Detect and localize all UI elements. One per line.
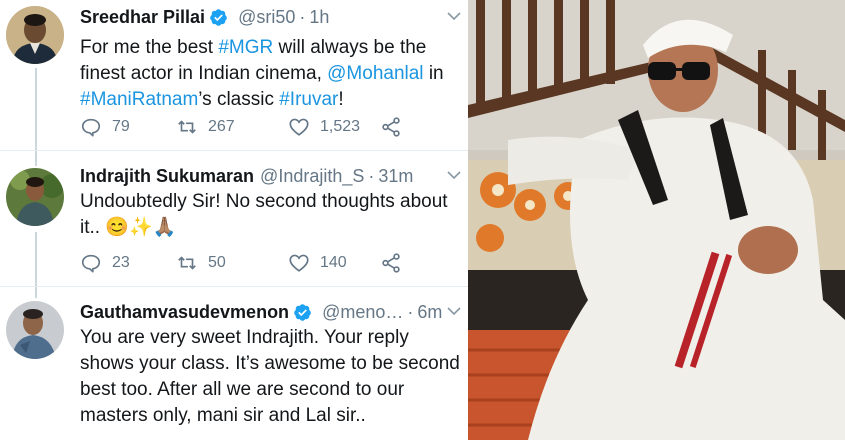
hashtag-link[interactable]: #Iruvar xyxy=(279,89,338,110)
separator-dot: · xyxy=(299,7,306,27)
avatar[interactable] xyxy=(6,168,64,226)
tweet-text-segment: in xyxy=(423,63,444,84)
author-name[interactable]: Indrajith Sukumaran xyxy=(80,165,254,187)
tweet-thread: Sreedhar Pillai @sri50 · 1h For me the b… xyxy=(0,0,468,440)
share-button[interactable] xyxy=(380,252,412,274)
chevron-down-icon[interactable] xyxy=(446,167,462,183)
author-handle[interactable]: @Indrajith_S xyxy=(260,165,364,187)
tweet-text-segment: You are very sweet Indrajith. Your reply… xyxy=(80,327,460,426)
author-handle[interactable]: @sri50 xyxy=(238,6,295,28)
avatar[interactable] xyxy=(6,6,64,64)
author-name[interactable]: Gauthamvasudevmenon xyxy=(80,301,289,323)
verified-badge-icon xyxy=(293,303,312,322)
tweet[interactable]: Indrajith Sukumaran @Indrajith_S · 31m U… xyxy=(0,151,468,286)
like-button[interactable]: 1,523 xyxy=(288,116,380,138)
tweet-text: Undoubtedly Sir! No second thoughts abou… xyxy=(80,189,462,241)
like-count: 140 xyxy=(320,254,347,271)
share-icon xyxy=(382,117,400,137)
photo-illustration xyxy=(468,0,845,440)
retweet-button[interactable]: 267 xyxy=(176,116,288,138)
tweet-text: You are very sweet Indrajith. Your reply… xyxy=(80,325,462,429)
reply-count: 79 xyxy=(112,118,130,135)
mention-link[interactable]: @Mohanlal xyxy=(327,63,423,84)
tweet-text: For me the best #MGR will always be the … xyxy=(80,35,462,113)
heart-icon xyxy=(289,118,309,136)
chevron-down-icon[interactable] xyxy=(446,8,462,24)
like-count: 1,523 xyxy=(320,118,361,135)
retweet-icon xyxy=(178,120,196,134)
screenshot-composite: Sreedhar Pillai @sri50 · 1h For me the b… xyxy=(0,0,845,440)
tweet-text-segment: ’s classic xyxy=(198,89,280,110)
retweet-count: 50 xyxy=(208,254,226,271)
timestamp[interactable]: 31m xyxy=(378,165,413,187)
timestamp[interactable]: 6m xyxy=(417,301,442,323)
share-icon xyxy=(382,253,400,273)
tweet-text-segment: ! xyxy=(338,89,344,110)
reply-count: 23 xyxy=(112,254,130,271)
movie-still-photo xyxy=(468,0,845,440)
heart-icon xyxy=(289,254,309,272)
tweet-text-segment: Undoubtedly Sir! No second thoughts abou… xyxy=(80,191,448,238)
tweet[interactable]: Sreedhar Pillai @sri50 · 1h For me the b… xyxy=(0,0,468,150)
timestamp[interactable]: 1h xyxy=(309,6,329,28)
avatar[interactable] xyxy=(6,301,64,359)
reply-icon xyxy=(81,118,101,137)
tweet[interactable]: Gauthamvasudevmenon @meno… · 6m You are … xyxy=(0,287,468,440)
retweet-count: 267 xyxy=(208,118,235,135)
retweet-icon xyxy=(178,256,196,270)
separator-dot: · xyxy=(368,166,375,186)
hashtag-link[interactable]: #MGR xyxy=(218,37,273,58)
chevron-down-icon[interactable] xyxy=(446,303,462,319)
reply-button[interactable]: 23 xyxy=(80,252,176,274)
reply-icon xyxy=(81,254,101,273)
separator-dot: · xyxy=(407,302,414,322)
like-button[interactable]: 140 xyxy=(288,252,380,274)
hashtag-link[interactable]: #ManiRatnam xyxy=(80,89,198,110)
verified-badge-icon xyxy=(209,8,228,27)
tweet-text-segment: For me the best xyxy=(80,37,219,58)
author-handle[interactable]: @meno… xyxy=(322,301,403,323)
author-name[interactable]: Sreedhar Pillai xyxy=(80,6,205,28)
reply-button[interactable]: 79 xyxy=(80,116,176,138)
retweet-button[interactable]: 50 xyxy=(176,252,288,274)
share-button[interactable] xyxy=(380,116,412,138)
